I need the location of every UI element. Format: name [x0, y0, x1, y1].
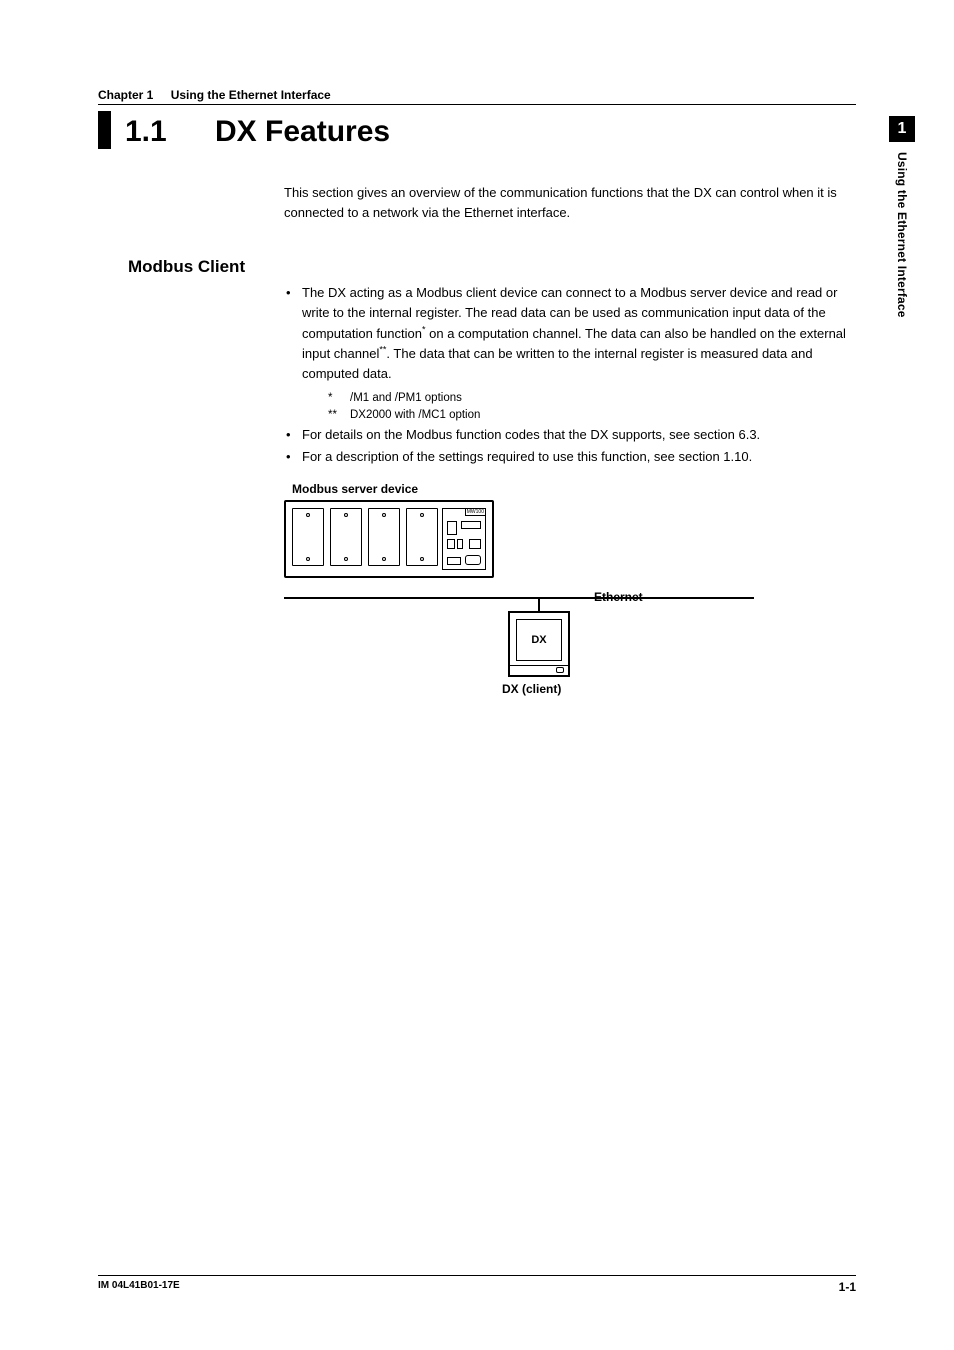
footnote-1-text: /M1 and /PM1 options — [350, 390, 462, 407]
bullet-1: The DX acting as a Modbus client device … — [284, 283, 856, 423]
chapter-title: Using the Ethernet Interface — [171, 88, 331, 102]
footnotes: * /M1 and /PM1 options ** DX2000 with /M… — [328, 390, 856, 423]
section-number: 1.1 — [125, 111, 215, 149]
bullet-3: For a description of the settings requir… — [284, 447, 856, 467]
diagram: Modbus server device MW100 Ethernet — [284, 482, 856, 712]
page-footer: IM 04L41B01-17E 1-1 — [98, 1275, 856, 1294]
dx-device-icon: DX — [508, 611, 570, 677]
ethernet-label: Ethernet — [594, 590, 643, 604]
body-content: The DX acting as a Modbus client device … — [284, 283, 856, 467]
chapter-label: Chapter 1 — [98, 88, 153, 102]
footnote-2: ** DX2000 with /MC1 option — [328, 407, 856, 424]
side-tab-title: Using the Ethernet Interface — [895, 152, 909, 318]
bullet-2: For details on the Modbus function codes… — [284, 425, 856, 445]
footnote-2-text: DX2000 with /MC1 option — [350, 407, 480, 424]
side-tab-title-wrap: Using the Ethernet Interface — [889, 152, 915, 382]
chapter-header: Chapter 1 Using the Ethernet Interface — [98, 88, 856, 105]
server-device-icon: MW100 — [284, 500, 494, 578]
section-bar — [98, 111, 111, 149]
server-model-label: MW100 — [465, 508, 486, 516]
footnote-2-mark: ** — [328, 407, 350, 424]
dx-label: DX — [516, 619, 562, 661]
side-tab-chapter: 1 — [889, 116, 915, 142]
page-number: 1-1 — [839, 1280, 856, 1294]
dx-connector-line — [538, 597, 540, 611]
diagram-server-title: Modbus server device — [292, 482, 856, 496]
footnote-1: * /M1 and /PM1 options — [328, 390, 856, 407]
doc-id: IM 04L41B01-17E — [98, 1280, 180, 1294]
section-heading: 1.1 DX Features — [98, 111, 856, 149]
dx-client-label: DX (client) — [502, 682, 561, 696]
section-title: DX Features — [215, 111, 390, 149]
subsection-title: Modbus Client — [128, 257, 856, 277]
intro-paragraph: This section gives an overview of the co… — [284, 183, 856, 223]
footnote-1-mark: * — [328, 390, 350, 407]
